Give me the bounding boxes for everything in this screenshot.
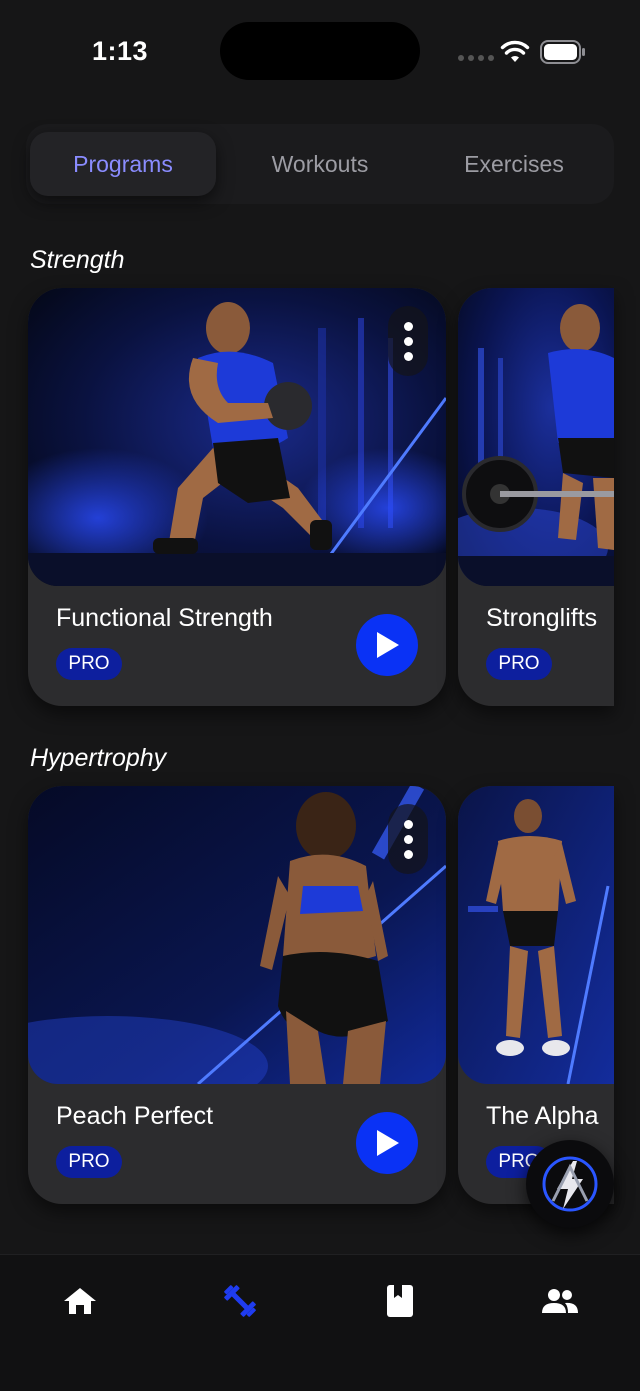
pro-badge: PRO xyxy=(56,648,122,680)
dumbbell-icon xyxy=(224,1285,256,1317)
more-options-button[interactable] xyxy=(388,804,428,874)
more-options-button[interactable] xyxy=(388,306,428,376)
nav-community[interactable] xyxy=(520,1277,600,1325)
program-title: Peach Perfect xyxy=(56,1102,214,1130)
wifi-icon xyxy=(500,40,530,62)
home-icon xyxy=(64,1288,96,1314)
program-image xyxy=(458,786,614,1084)
tab-exercises[interactable]: Exercises xyxy=(418,132,610,196)
bottom-nav xyxy=(0,1254,640,1391)
brand-logo-button[interactable] xyxy=(526,1140,614,1228)
tab-workouts[interactable]: Workouts xyxy=(226,132,414,196)
status-time: 1:13 xyxy=(92,36,149,66)
play-icon xyxy=(377,632,399,658)
section-title-strength: Strength xyxy=(30,246,125,274)
nav-workouts[interactable] xyxy=(200,1277,280,1325)
play-button[interactable] xyxy=(356,614,418,676)
program-image xyxy=(458,288,614,586)
play-icon xyxy=(377,1130,399,1156)
program-title: Stronglifts xyxy=(486,604,598,632)
dynamic-island xyxy=(220,22,420,80)
lightning-logo-icon xyxy=(542,1156,598,1212)
program-tabs: Programs Workouts Exercises xyxy=(26,124,614,204)
pro-badge: PRO xyxy=(56,1146,122,1178)
nav-home[interactable] xyxy=(40,1277,120,1325)
pro-badge: PRO xyxy=(486,648,552,680)
program-image xyxy=(28,786,446,1084)
status-bar: 1:13 xyxy=(0,0,640,104)
tab-programs[interactable]: Programs xyxy=(30,132,216,196)
program-image xyxy=(28,288,446,586)
book-icon xyxy=(387,1285,413,1317)
play-button[interactable] xyxy=(356,1112,418,1174)
nav-library[interactable] xyxy=(360,1277,440,1325)
program-title: The Alpha xyxy=(486,1102,599,1130)
program-title: Functional Strength xyxy=(56,604,273,632)
program-card[interactable]: Functional Strength PRO xyxy=(28,288,446,706)
people-icon xyxy=(542,1289,578,1313)
program-card[interactable]: Peach Perfect PRO xyxy=(28,786,446,1204)
section-title-hypertrophy: Hypertrophy xyxy=(30,744,167,772)
screen: 1:13 Programs Workouts Exercises Strengt… xyxy=(0,0,640,1391)
battery-icon xyxy=(540,40,585,64)
signal-icon xyxy=(458,55,494,61)
program-card[interactable]: The Alpha PRO xyxy=(458,786,614,1204)
program-card[interactable]: Stronglifts PRO xyxy=(458,288,614,706)
